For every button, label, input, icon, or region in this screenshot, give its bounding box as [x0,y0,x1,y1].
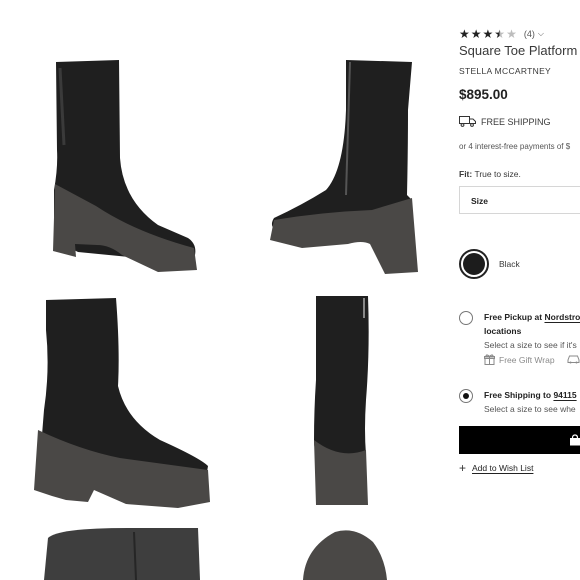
shipping-radio[interactable] [459,389,473,403]
star-icon: ★ [482,26,494,41]
boot-sole-image [303,530,387,580]
rating-count[interactable]: (4) [524,29,535,39]
star-rating: ★ ★ ★ ★ ★ [459,28,517,40]
star-half-icon: ★ [494,26,506,41]
add-to-wishlist-link[interactable]: + Add to Wish List [459,461,534,475]
product-image-6[interactable] [295,528,395,580]
size-dropdown[interactable]: Size [459,186,580,214]
zip-link[interactable]: 94115 [553,390,576,400]
gift-wrap-info: Free Gift Wrap [484,354,555,365]
wishlist-label: Add to Wish List [472,463,534,473]
product-price: $895.00 [459,87,508,102]
pickup-title-line2: locations [484,326,522,336]
product-image-3[interactable] [30,290,215,520]
free-shipping-banner: FREE SHIPPING [459,116,551,127]
installment-info: or 4 interest-free payments of $ [459,142,571,151]
car-icon [567,355,580,364]
boot-image-rear [314,296,369,505]
shipping-subtext: Select a size to see whe [484,404,576,414]
product-details-panel: ★ ★ ★ ★ ★ (4) ⌵ Square Toe Platform STEL… [459,0,580,580]
product-image-1[interactable] [40,50,210,280]
add-to-bag-button[interactable] [459,426,580,454]
fit-value: True to size. [474,169,521,179]
star-icon: ★ [470,26,482,41]
truck-icon [459,116,476,127]
plus-icon: + [459,461,467,475]
product-image-4[interactable] [300,290,390,520]
boot-image-back [270,60,418,274]
boot-image-front [34,298,210,508]
chevron-down-icon[interactable]: ⌵ [538,29,544,39]
product-image-5[interactable] [38,528,208,580]
pickup-title: Free Pickup at Nordstro [484,312,580,322]
star-icon: ★ [459,26,470,41]
bag-icon [570,434,580,446]
brand-link[interactable]: STELLA MCCARTNEY [459,66,551,76]
boot-image-detail [44,528,200,580]
fit-label: Fit: [459,169,473,179]
gift-wrap-label: Free Gift Wrap [499,354,555,365]
boot-image-side [53,60,197,272]
color-swatch-black[interactable] [459,249,489,279]
fit-info: Fit: True to size. [459,169,521,179]
rating-summary[interactable]: ★ ★ ★ ★ ★ (4) ⌵ [459,27,544,40]
shipping-title-text: Free Shipping to [484,390,552,400]
color-name: Black [499,259,520,269]
pickup-subtext: Select a size to see if it's [484,340,577,350]
store-link[interactable]: Nordstro [544,312,580,322]
shipping-option-title: Free Shipping to 94115 [484,390,577,400]
star-empty-icon: ★ [506,26,517,41]
product-image-gallery [0,0,455,580]
product-image-2[interactable] [262,50,432,280]
gift-icon [484,354,495,365]
size-label: Size [471,196,489,206]
shipping-label: FREE SHIPPING [481,116,551,127]
color-swatch-fill [463,253,485,275]
pickup-title-text: Free Pickup at [484,312,543,322]
pickup-radio[interactable] [459,311,473,325]
product-title: Square Toe Platform [459,43,578,58]
